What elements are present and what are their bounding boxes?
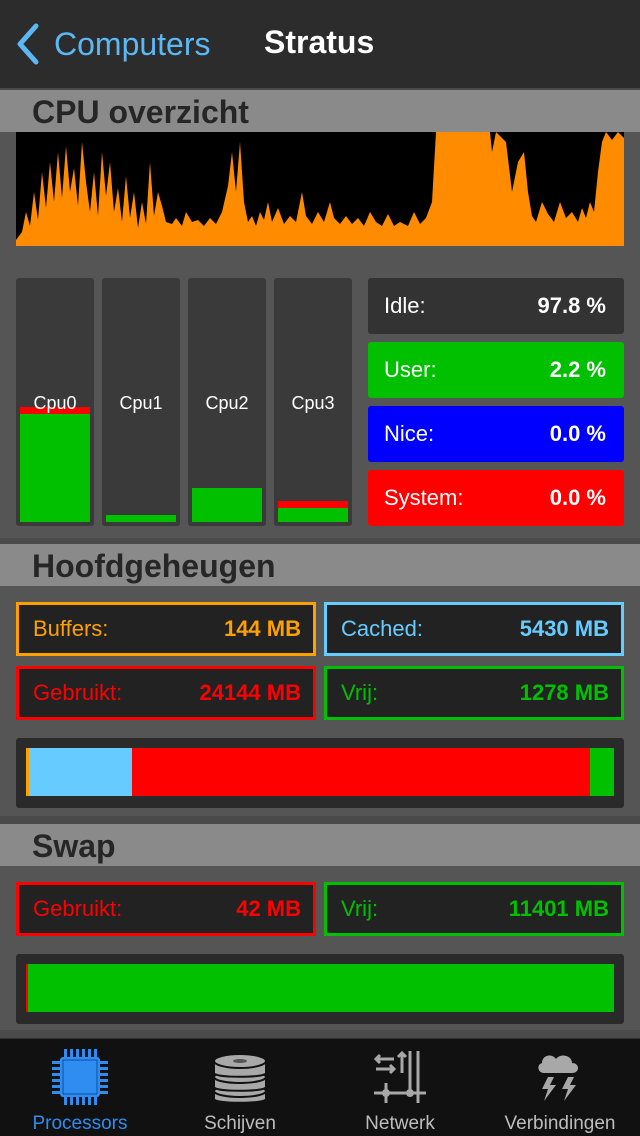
network-icon: [373, 1050, 426, 1103]
cpu-core-user-fill: [20, 414, 90, 522]
stat-nice: Nice: 0.0 %: [368, 406, 624, 462]
tab-connections[interactable]: Verbindingen: [480, 1039, 640, 1136]
back-button[interactable]: Computers: [14, 20, 211, 68]
memory-bar-used: [132, 748, 590, 796]
memory-used-value: 24144 MB: [199, 680, 301, 705]
tab-network[interactable]: Netwerk: [320, 1039, 480, 1136]
swap-usage-bar-frame: [16, 954, 624, 1024]
tab-network-label: Netwerk: [365, 1113, 435, 1134]
swap-used-label: Gebruikt:: [33, 896, 123, 921]
memory-cached-box: Cached: 5430 MB: [324, 602, 624, 656]
memory-cached-label: Cached:: [341, 616, 423, 641]
swap-used-value: 42 MB: [236, 896, 301, 921]
stat-idle-value: 97.8 %: [537, 293, 607, 318]
stat-idle-label: Idle:: [384, 293, 426, 318]
back-button-label: Computers: [54, 25, 211, 62]
cpu-core-system-fill: [278, 501, 348, 508]
memory-free-value: 1278 MB: [519, 680, 609, 705]
tab-processors[interactable]: Processors: [0, 1039, 160, 1136]
stat-nice-label: Nice:: [384, 421, 435, 446]
swap-used-box: Gebruikt: 42 MB: [16, 882, 316, 936]
swap-free-label: Vrij:: [341, 896, 379, 921]
section-header-swap: Swap: [0, 824, 640, 866]
section-title-memory: Hoofdgeheugen: [32, 548, 276, 584]
tab-disks-label: Schijven: [204, 1113, 276, 1134]
cpu-core-label: Cpu1: [119, 393, 163, 413]
memory-used-box: Gebruikt: 24144 MB: [16, 666, 316, 720]
stat-system: System: 0.0 %: [368, 470, 624, 526]
memory-free-label: Vrij:: [341, 680, 379, 705]
memory-free-box: Vrij: 1278 MB: [324, 666, 624, 720]
cpu-core-user-fill: [278, 508, 348, 522]
memory-bar-cached: [29, 748, 132, 796]
section-header-memory: Hoofdgeheugen: [0, 544, 640, 586]
swap-bar-free: [28, 964, 614, 1012]
weather-cloud-icon: [538, 1055, 578, 1101]
tab-disks[interactable]: Schijven: [160, 1039, 320, 1136]
page-title: Stratus: [264, 24, 375, 60]
disk-icon: [213, 1053, 267, 1104]
tab-connections-label: Verbindingen: [504, 1113, 616, 1134]
section-title-swap: Swap: [32, 828, 116, 864]
memory-usage-bar: [26, 748, 614, 796]
tab-bar: Processors Schijven Netwerk Verbindingen: [0, 1038, 640, 1136]
cpu-history-graph: [16, 132, 624, 246]
swap-free-box: Vrij: 11401 MB: [324, 882, 624, 936]
section-header-cpu: CPU overzicht: [0, 90, 640, 132]
memory-buffers-value: 144 MB: [223, 616, 301, 641]
cpu-core-label: Cpu3: [291, 393, 335, 413]
cpu-core-user-fill: [106, 515, 176, 522]
chevron-left-icon: [17, 23, 39, 65]
stat-system-label: System:: [384, 485, 464, 510]
cpu-core-bar: Cpu2: [188, 278, 266, 526]
memory-cached-value: 5430 MB: [519, 616, 609, 641]
memory-buffers-label: Buffers:: [33, 616, 109, 641]
cpu-core-label: Cpu2: [205, 393, 249, 413]
stat-nice-value: 0.0 %: [549, 421, 606, 446]
memory-bar-free: [590, 748, 614, 796]
memory-usage-bar-frame: [16, 738, 624, 808]
stat-system-value: 0.0 %: [549, 485, 606, 510]
cpu-core-user-fill: [192, 488, 262, 522]
stat-user: User: 2.2 %: [368, 342, 624, 398]
swap-free-value: 11401 MB: [508, 896, 609, 921]
stat-user-value: 2.2 %: [549, 357, 606, 382]
stat-user-label: User:: [384, 357, 437, 382]
cpu-core-label: Cpu0: [33, 393, 77, 413]
processor-icon: [52, 1049, 108, 1105]
cpu-core-bar: Cpu1: [102, 278, 180, 526]
memory-used-label: Gebruikt:: [33, 680, 123, 705]
stat-idle: Idle: 97.8 %: [368, 278, 624, 334]
cpu-core-bar: Cpu3: [274, 278, 352, 526]
swap-usage-bar: [26, 964, 614, 1012]
cpu-core-bar: Cpu0: [16, 278, 94, 526]
navigation-bar: Computers Stratus: [0, 0, 640, 88]
section-title-cpu: CPU overzicht: [32, 94, 249, 130]
memory-buffers-box: Buffers: 144 MB: [16, 602, 316, 656]
tab-processors-label: Processors: [32, 1113, 128, 1134]
